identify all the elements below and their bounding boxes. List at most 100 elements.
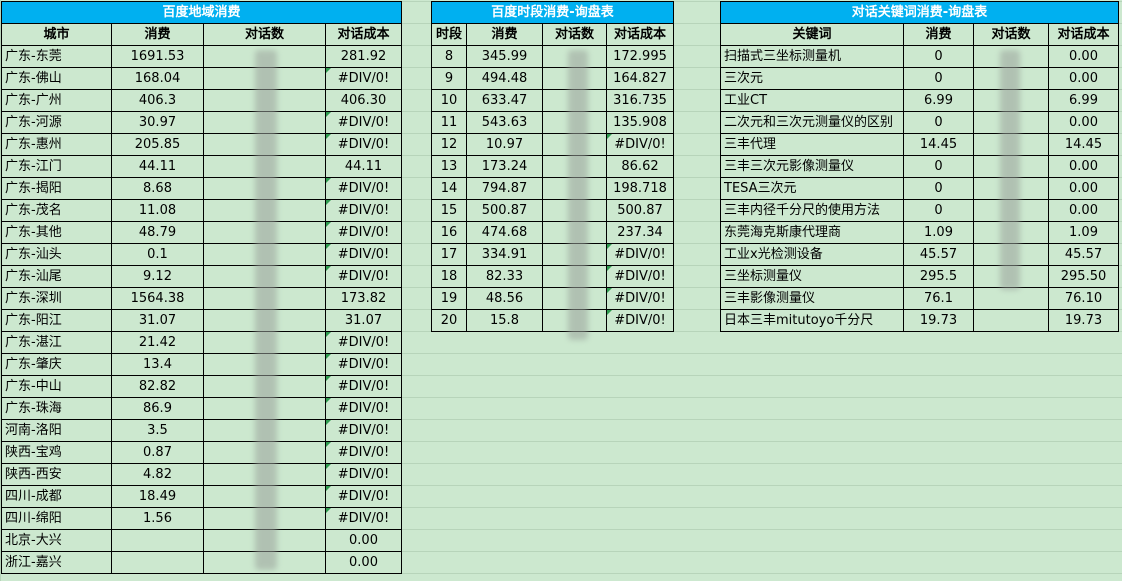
region-cell[interactable]: 4.82 [111, 463, 204, 486]
keyword-cell[interactable] [973, 309, 1049, 332]
region-cell[interactable]: 168.04 [111, 67, 204, 90]
timeslot-cell[interactable]: 48.56 [466, 287, 543, 310]
timeslot-cell[interactable]: 20 [431, 309, 467, 332]
keyword-header-cell[interactable]: 关键词 [720, 23, 904, 46]
timeslot-cell[interactable]: 10.97 [466, 133, 543, 156]
region-cell[interactable]: 21.42 [111, 331, 204, 354]
timeslot-cell[interactable]: 15 [431, 199, 467, 222]
keyword-cell[interactable]: 0.00 [1048, 199, 1119, 222]
keyword-cell[interactable]: 0 [903, 177, 974, 200]
timeslot-cell[interactable]: 12 [431, 133, 467, 156]
keyword-cell[interactable]: 三丰代理 [720, 133, 904, 156]
region-cell[interactable]: #DIV/0! [325, 463, 402, 486]
keyword-cell[interactable]: 0 [903, 111, 974, 134]
keyword-cell[interactable]: 0.00 [1048, 155, 1119, 178]
keyword-cell[interactable]: 三丰内径千分尺的使用方法 [720, 199, 904, 222]
region-cell[interactable]: 281.92 [325, 45, 402, 68]
timeslot-cell[interactable]: 86.62 [606, 155, 674, 178]
region-cell[interactable]: 30.97 [111, 111, 204, 134]
timeslot-cell[interactable]: 18 [431, 265, 467, 288]
timeslot-cell[interactable]: 172.995 [606, 45, 674, 68]
region-cell[interactable]: #DIV/0! [325, 353, 402, 376]
timeslot-cell[interactable]: 15.8 [466, 309, 543, 332]
region-cell[interactable]: 广东-广州 [1, 89, 112, 112]
region-cell[interactable]: 0.1 [111, 243, 204, 266]
region-cell[interactable]: 广东-佛山 [1, 67, 112, 90]
region-cell[interactable]: 广东-茂名 [1, 199, 112, 222]
keyword-cell[interactable]: 14.45 [1048, 133, 1119, 156]
timeslot-cell[interactable]: 14 [431, 177, 467, 200]
region-cell[interactable]: 四川-绵阳 [1, 507, 112, 530]
keyword-cell[interactable]: 45.57 [1048, 243, 1119, 266]
keyword-cell[interactable]: 19.73 [1048, 309, 1119, 332]
timeslot-cell[interactable]: 19 [431, 287, 467, 310]
keyword-cell[interactable]: 0 [903, 45, 974, 68]
timeslot-cell[interactable]: 543.63 [466, 111, 543, 134]
region-cell[interactable]: 48.79 [111, 221, 204, 244]
keyword-cell[interactable]: 295.50 [1048, 265, 1119, 288]
region-cell[interactable]: 广东-汕尾 [1, 265, 112, 288]
timeslot-header-cell[interactable]: 对话成本 [606, 23, 674, 46]
region-cell[interactable]: #DIV/0! [325, 397, 402, 420]
region-cell[interactable]: 广东-阳江 [1, 309, 112, 332]
timeslot-cell[interactable]: 9 [431, 67, 467, 90]
region-cell[interactable]: 8.68 [111, 177, 204, 200]
region-cell[interactable]: 0.87 [111, 441, 204, 464]
region-cell[interactable]: 13.4 [111, 353, 204, 376]
keyword-cell[interactable]: 76.10 [1048, 287, 1119, 310]
region-cell[interactable]: 1.56 [111, 507, 204, 530]
region-cell[interactable]: 11.08 [111, 199, 204, 222]
region-cell[interactable]: 浙江-嘉兴 [1, 551, 112, 574]
timeslot-cell[interactable]: 633.47 [466, 89, 543, 112]
region-cell[interactable]: 406.3 [111, 89, 204, 112]
timeslot-cell[interactable]: 11 [431, 111, 467, 134]
region-header-cell[interactable]: 城市 [1, 23, 112, 46]
region-cell[interactable]: 广东-湛江 [1, 331, 112, 354]
keyword-cell[interactable]: 0.00 [1048, 45, 1119, 68]
keyword-cell[interactable]: 工业CT [720, 89, 904, 112]
region-cell[interactable]: 四川-成都 [1, 485, 112, 508]
region-cell[interactable]: 广东-江门 [1, 155, 112, 178]
region-cell[interactable]: 广东-珠海 [1, 397, 112, 420]
timeslot-header-cell[interactable]: 对话数 [542, 23, 607, 46]
region-cell[interactable]: 173.82 [325, 287, 402, 310]
keyword-cell[interactable]: 6.99 [1048, 89, 1119, 112]
timeslot-cell[interactable]: 474.68 [466, 221, 543, 244]
keyword-cell[interactable]: 扫描式三坐标测量机 [720, 45, 904, 68]
region-cell[interactable]: 3.5 [111, 419, 204, 442]
region-cell[interactable]: 1564.38 [111, 287, 204, 310]
region-cell[interactable]: 广东-汕头 [1, 243, 112, 266]
keyword-cell[interactable]: 0 [903, 155, 974, 178]
region-cell[interactable]: 406.30 [325, 89, 402, 112]
timeslot-cell[interactable]: 500.87 [606, 199, 674, 222]
region-cell[interactable]: #DIV/0! [325, 375, 402, 398]
region-cell[interactable]: 44.11 [325, 155, 402, 178]
region-cell[interactable]: 44.11 [111, 155, 204, 178]
region-cell[interactable]: #DIV/0! [325, 199, 402, 222]
region-cell[interactable]: 31.07 [111, 309, 204, 332]
region-cell[interactable]: 广东-中山 [1, 375, 112, 398]
timeslot-cell[interactable]: 237.34 [606, 221, 674, 244]
keyword-cell[interactable]: 0.00 [1048, 67, 1119, 90]
region-cell[interactable]: #DIV/0! [325, 133, 402, 156]
region-header-cell[interactable]: 对话数 [203, 23, 326, 46]
region-cell[interactable]: 广东-深圳 [1, 287, 112, 310]
timeslot-cell[interactable]: 345.99 [466, 45, 543, 68]
region-cell[interactable]: 广东-其他 [1, 221, 112, 244]
keyword-cell[interactable]: 东莞海克斯康代理商 [720, 221, 904, 244]
timeslot-header-cell[interactable]: 消费 [466, 23, 543, 46]
timeslot-cell[interactable]: 13 [431, 155, 467, 178]
region-cell[interactable]: 广东-东莞 [1, 45, 112, 68]
region-cell[interactable]: #DIV/0! [325, 243, 402, 266]
region-cell[interactable]: 广东-揭阳 [1, 177, 112, 200]
keyword-cell[interactable]: 0 [903, 67, 974, 90]
keyword-header-cell[interactable]: 消费 [903, 23, 974, 46]
timeslot-cell[interactable]: 334.91 [466, 243, 543, 266]
region-cell[interactable]: #DIV/0! [325, 441, 402, 464]
keyword-cell[interactable]: 三丰三次元影像测量仪 [720, 155, 904, 178]
region-cell[interactable]: 205.85 [111, 133, 204, 156]
keyword-cell[interactable]: 三次元 [720, 67, 904, 90]
keyword-cell[interactable]: 1.09 [903, 221, 974, 244]
region-cell[interactable]: #DIV/0! [325, 507, 402, 530]
keyword-cell[interactable]: 295.5 [903, 265, 974, 288]
